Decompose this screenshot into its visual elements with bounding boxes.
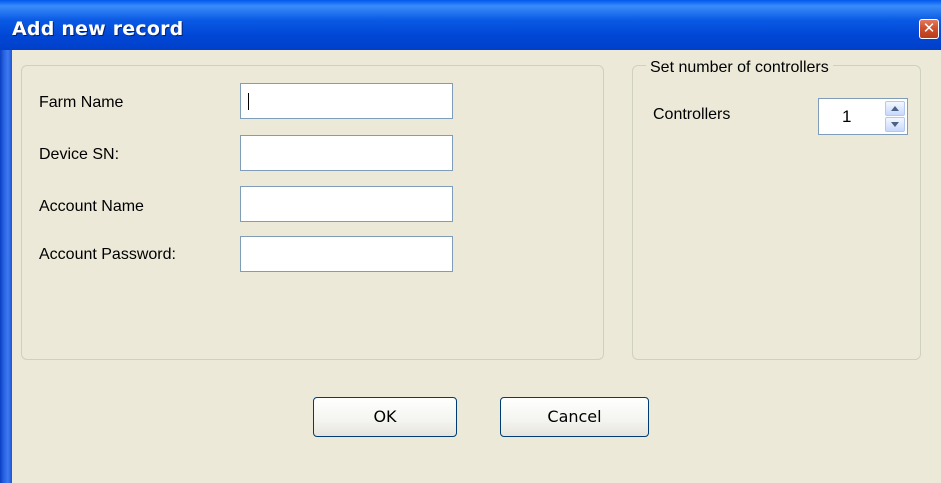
ok-button[interactable]: OK — [313, 397, 457, 437]
spinner-buttons — [885, 101, 905, 132]
farm-name-input[interactable] — [240, 83, 453, 119]
add-record-dialog: Add new record ✕ Farm Name Device SN: Ac… — [0, 0, 941, 483]
account-password-input[interactable] — [240, 236, 453, 272]
controllers-label: Controllers — [653, 106, 731, 123]
device-sn-label: Device SN: — [39, 146, 120, 163]
cancel-button[interactable]: Cancel — [500, 397, 649, 437]
controllers-group-title: Set number of controllers — [646, 59, 833, 77]
farm-name-label: Farm Name — [39, 94, 124, 111]
account-password-label: Account Password: — [39, 246, 176, 263]
account-name-label: Account Name — [39, 198, 144, 215]
device-sn-input[interactable] — [240, 135, 453, 171]
spinner-down-button[interactable] — [885, 117, 905, 132]
controllers-spinner[interactable]: 1 — [818, 98, 908, 135]
spinner-up-button[interactable] — [885, 101, 905, 116]
window-left-border — [0, 50, 12, 483]
chevron-up-icon — [891, 106, 899, 111]
controllers-value[interactable]: 1 — [842, 107, 851, 127]
chevron-down-icon — [891, 122, 899, 127]
close-icon: ✕ — [922, 19, 936, 37]
window-title: Add new record — [12, 18, 184, 40]
title-bar[interactable]: Add new record ✕ — [0, 0, 941, 50]
dialog-client-area: Farm Name Device SN: Account Name Accoun… — [12, 50, 941, 483]
text-caret — [248, 93, 249, 110]
close-button[interactable]: ✕ — [919, 19, 939, 39]
account-name-input[interactable] — [240, 186, 453, 222]
